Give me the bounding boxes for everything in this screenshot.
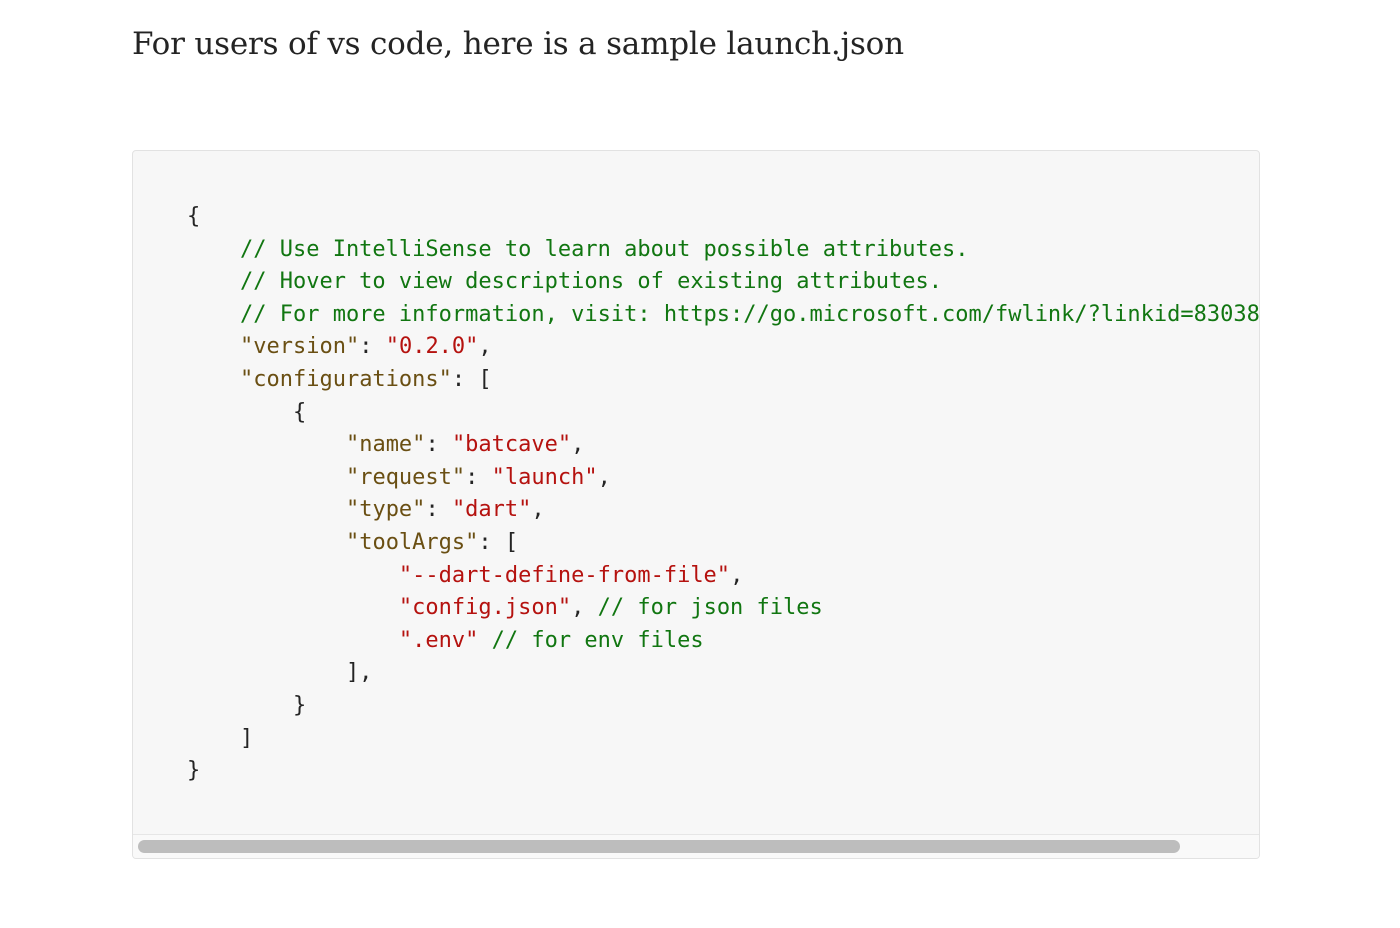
code-viewport[interactable]: { // Use IntelliSense to learn about pos… <box>133 151 1259 834</box>
code-token-punc: , <box>478 334 492 360</box>
code-token-key: "type" <box>345 497 426 523</box>
code-line: "configurations": [ <box>187 364 1259 397</box>
code-token-punc: : <box>425 432 452 458</box>
code-token-key: "name" <box>345 432 426 458</box>
code-line: "request": "launch", <box>187 462 1259 495</box>
code-token-punc: , <box>597 464 611 490</box>
code-line: ] <box>187 723 1259 756</box>
code-token-punc: , <box>730 562 744 588</box>
code-token-str: "config.json" <box>398 595 572 621</box>
code-token-str: "launch" <box>491 464 598 490</box>
horizontal-scrollbar[interactable] <box>133 834 1259 858</box>
code-token-com: // Hover to view descriptions of existin… <box>187 269 942 295</box>
code-token-key: "toolArgs" <box>345 529 479 555</box>
code-token-punc: , <box>571 432 585 458</box>
code-token-punc <box>187 628 399 653</box>
code-token-key: "configurations" <box>239 366 452 392</box>
code-token-str: "dart" <box>451 497 532 523</box>
code-token-str: "0.2.0" <box>385 334 479 360</box>
code-line: ".env" // for env files <box>187 625 1259 658</box>
code-token-punc <box>187 334 240 359</box>
code-token-com: // For more information, visit: https://… <box>187 301 1259 327</box>
code-token-punc: : [ <box>451 366 492 392</box>
code-line: // Hover to view descriptions of existin… <box>187 266 1259 299</box>
code-token-punc: : <box>465 464 492 490</box>
scrollbar-thumb[interactable] <box>138 840 1180 853</box>
code-block: { // Use IntelliSense to learn about pos… <box>132 150 1260 859</box>
code-token-punc: { <box>187 399 307 425</box>
code-token-punc <box>187 595 399 620</box>
code-token-str: "batcave" <box>451 432 572 458</box>
code-token-punc <box>187 465 346 490</box>
code-line: "name": "batcave", <box>187 429 1259 462</box>
intro-paragraph: For users of vs code, here is a sample l… <box>132 26 904 62</box>
code-token-punc: : <box>425 497 452 523</box>
code-token-key: "version" <box>239 334 360 360</box>
code-token-punc: } <box>187 758 201 784</box>
code-token-punc: , <box>531 497 545 523</box>
code-token-punc <box>187 432 346 457</box>
code-line: "type": "dart", <box>187 494 1259 527</box>
code-token-com: // Use IntelliSense to learn about possi… <box>187 236 969 262</box>
code-token-punc <box>187 497 346 522</box>
code-token-punc <box>478 628 491 653</box>
code-line: } <box>187 755 1259 788</box>
code-token-punc: { <box>187 204 201 229</box>
code-token-punc <box>187 530 346 555</box>
code-line: { <box>187 397 1259 430</box>
code-token-str: "--dart-define-from-file" <box>398 562 731 588</box>
code-token-punc: : [ <box>478 529 519 555</box>
code-token-punc: } <box>187 692 307 718</box>
code-token-str: ".env" <box>398 627 479 653</box>
code-line: // Use IntelliSense to learn about possi… <box>187 234 1259 267</box>
code-line: { <box>187 201 1259 234</box>
code-line: // For more information, visit: https://… <box>187 299 1259 332</box>
code-line: ], <box>187 657 1259 690</box>
code-line: "toolArgs": [ <box>187 527 1259 560</box>
code-line: "config.json", // for json files <box>187 592 1259 625</box>
code-token-punc: ] <box>187 725 254 751</box>
code-token-punc: : <box>359 334 386 360</box>
code-line: } <box>187 690 1259 723</box>
code-token-punc <box>187 563 399 588</box>
code-line: "version": "0.2.0", <box>187 331 1259 364</box>
code-token-punc: , <box>571 595 598 621</box>
code-content: { // Use IntelliSense to learn about pos… <box>187 201 1259 788</box>
code-token-com: // for env files <box>491 627 704 653</box>
code-token-key: "request" <box>345 464 466 490</box>
code-token-com: // for json files <box>597 595 823 621</box>
code-token-punc: ], <box>187 660 373 686</box>
code-token-punc <box>187 367 240 392</box>
code-line: "--dart-define-from-file", <box>187 560 1259 593</box>
